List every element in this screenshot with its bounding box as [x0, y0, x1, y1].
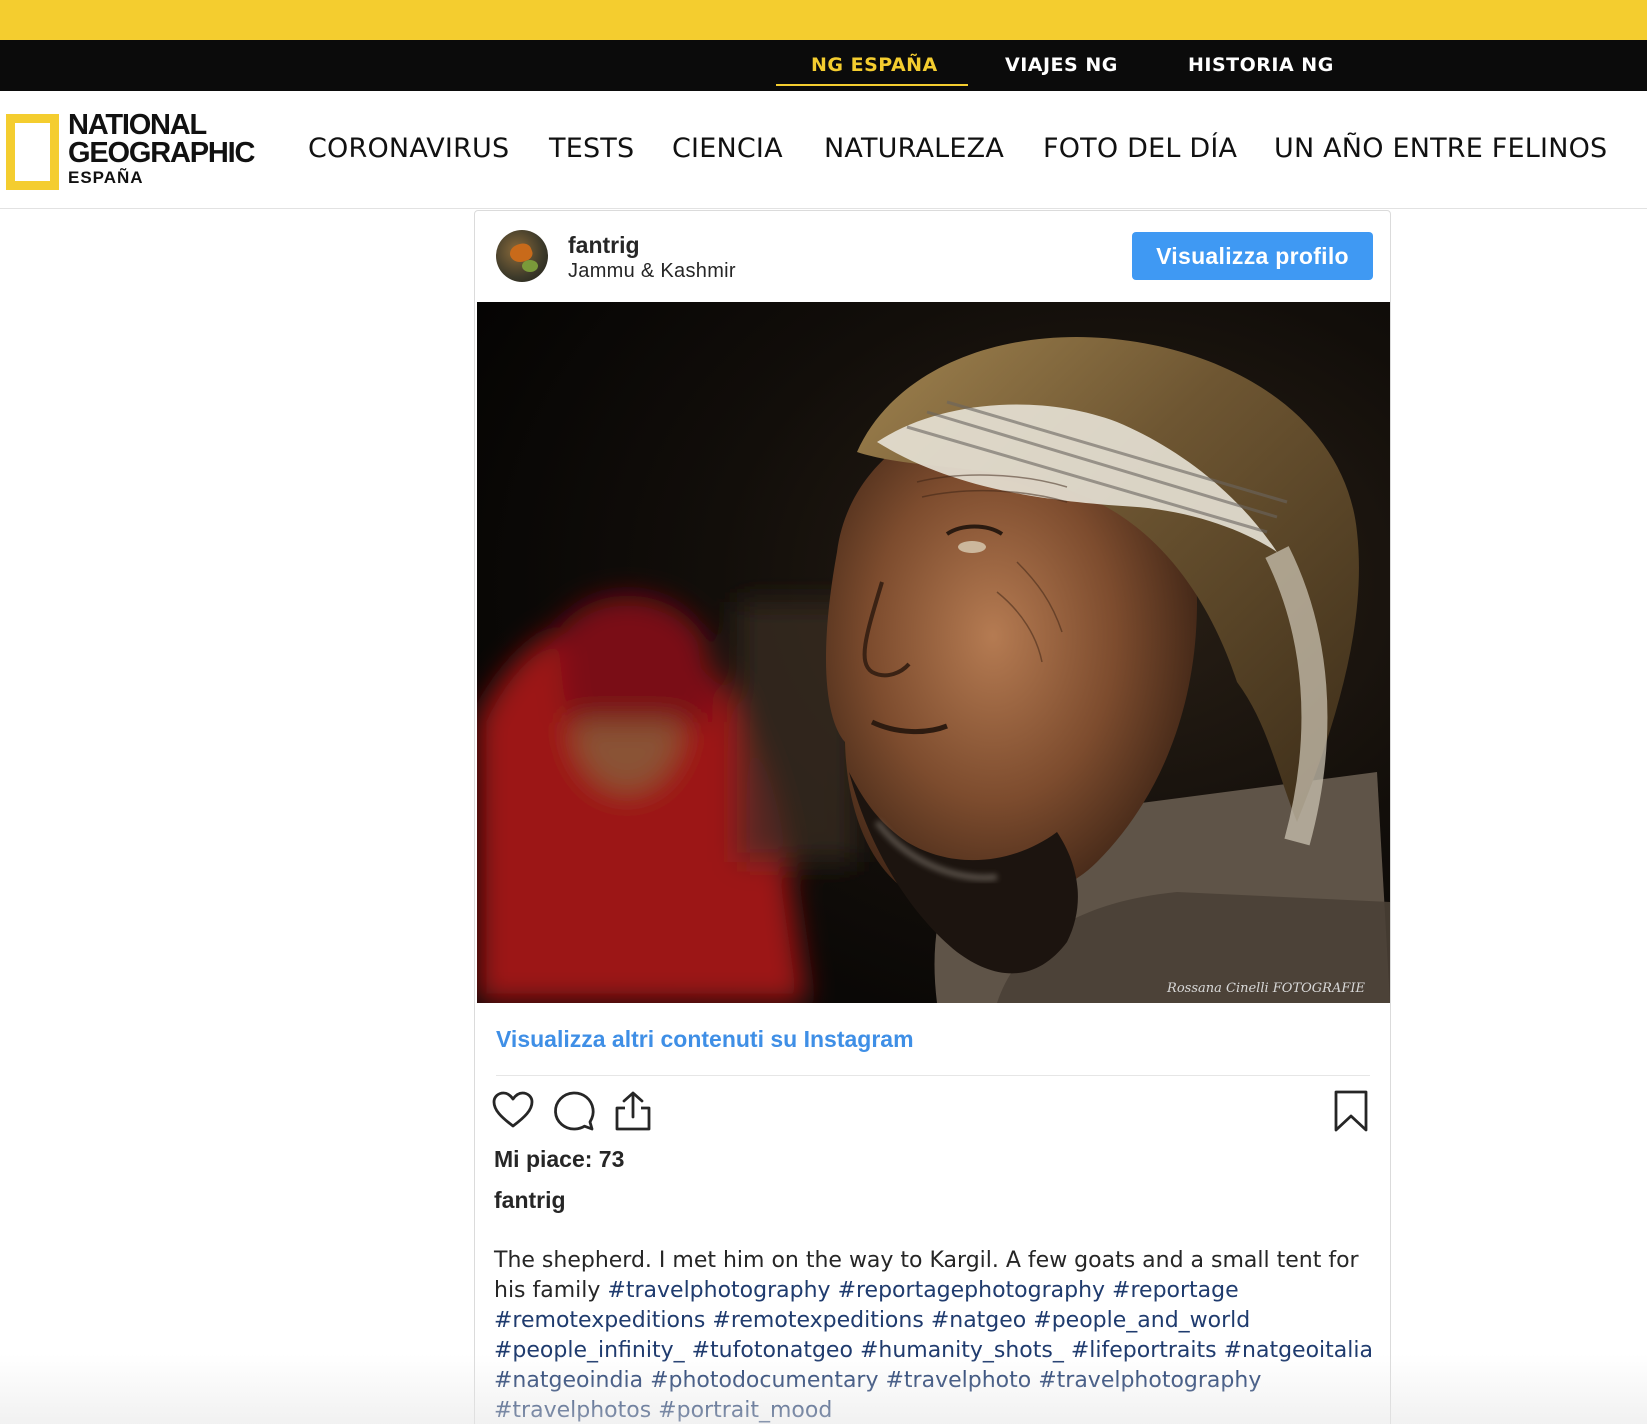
- brand-link-historia-ng[interactable]: HISTORIA NG: [1188, 54, 1334, 76]
- post-caption: The shepherd. I met him on the way to Ka…: [494, 1246, 1374, 1424]
- likes-count[interactable]: Mi piace: 73: [494, 1146, 624, 1173]
- hashtag[interactable]: #reportage: [1112, 1278, 1239, 1303]
- logo-line-geographic: GEOGRAPHIC: [68, 137, 255, 169]
- hashtag[interactable]: #tufotonatgeo: [692, 1338, 853, 1363]
- nav-item-coronavirus[interactable]: CORONAVIRUS: [308, 133, 509, 164]
- hashtag[interactable]: #photodocumentary: [650, 1368, 878, 1393]
- share-icon[interactable]: [611, 1089, 655, 1133]
- card-divider: [496, 1075, 1370, 1076]
- logo-line-national: NATIONAL: [68, 109, 207, 141]
- nav-item-naturaleza[interactable]: NATURALEZA: [824, 133, 1004, 164]
- instagram-embed-card: fantrig Jammu & Kashmir Visualizza profi…: [474, 210, 1391, 1424]
- nav-item-foto-del-dia[interactable]: FOTO DEL DÍA: [1043, 133, 1237, 164]
- hashtag[interactable]: #natgeoindia: [494, 1368, 643, 1393]
- post-username[interactable]: fantrig: [568, 232, 640, 259]
- site-header: NATIONAL GEOGRAPHIC ESPAÑA CORONAVIRUS T…: [0, 91, 1647, 209]
- hashtag[interactable]: #remotexpeditions: [712, 1308, 923, 1333]
- hashtag[interactable]: #travelphoto: [886, 1368, 1032, 1393]
- hashtag[interactable]: #travelphotography: [607, 1278, 830, 1303]
- hashtag[interactable]: #portrait_mood: [658, 1398, 832, 1423]
- hashtag[interactable]: #humanity_shots_: [860, 1338, 1064, 1363]
- brand-bar: NG ESPAÑA VIAJES NG HISTORIA NG: [0, 40, 1647, 91]
- hashtag[interactable]: #natgeo: [931, 1308, 1026, 1333]
- hashtag[interactable]: #travelphotos: [494, 1398, 651, 1423]
- hashtag[interactable]: #lifeportraits: [1071, 1338, 1217, 1363]
- logo-yellow-border-icon[interactable]: [6, 114, 59, 190]
- heart-icon[interactable]: [491, 1089, 535, 1133]
- photo-watermark: Rossana Cinelli FOTOGRAFIE: [1166, 981, 1365, 996]
- nav-item-un-ano-entre-felinos[interactable]: UN AÑO ENTRE FELINOS: [1274, 133, 1607, 164]
- hashtag[interactable]: #people_and_world: [1033, 1308, 1250, 1333]
- hashtag[interactable]: #remotexpeditions: [494, 1308, 705, 1333]
- view-more-on-instagram-link[interactable]: Visualizza altri contenuti su Instagram: [496, 1026, 914, 1053]
- nav-item-tests[interactable]: TESTS: [549, 133, 634, 164]
- site-logo[interactable]: NATIONAL GEOGRAPHIC ESPAÑA: [68, 111, 258, 187]
- brand-link-ng-espana[interactable]: NG ESPAÑA: [811, 54, 938, 76]
- post-location[interactable]: Jammu & Kashmir: [568, 260, 736, 283]
- hashtag[interactable]: #natgeoitalia: [1224, 1338, 1373, 1363]
- portrait-photo-illustration: Rossana Cinelli FOTOGRAFIE: [477, 302, 1390, 1003]
- avatar[interactable]: [496, 230, 548, 282]
- view-profile-button[interactable]: Visualizza profilo: [1132, 232, 1373, 280]
- hashtag[interactable]: #people_infinity_: [494, 1338, 685, 1363]
- caption-username[interactable]: fantrig: [494, 1187, 566, 1214]
- post-photo[interactable]: Rossana Cinelli FOTOGRAFIE: [477, 302, 1390, 1003]
- hashtag[interactable]: #travelphotography: [1038, 1368, 1261, 1393]
- bookmark-icon[interactable]: [1329, 1089, 1373, 1133]
- avatar-leaf-icon: [522, 260, 538, 272]
- logo-line-espana: ESPAÑA: [68, 168, 144, 187]
- top-yellow-strip: [0, 0, 1647, 40]
- brand-link-viajes-ng[interactable]: VIAJES NG: [1005, 54, 1118, 76]
- nav-item-ciencia[interactable]: CIENCIA: [672, 133, 783, 164]
- brand-active-underline: [776, 84, 968, 86]
- hashtag[interactable]: #reportagephotography: [838, 1278, 1105, 1303]
- comment-icon[interactable]: [552, 1089, 596, 1133]
